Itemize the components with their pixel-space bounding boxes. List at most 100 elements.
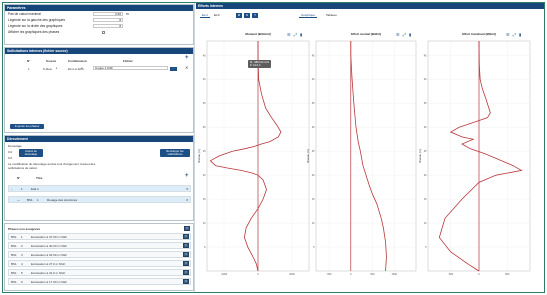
item-no: 3 (21, 253, 23, 257)
sub-row-no: 1 (37, 198, 39, 202)
phase-group-no: 1 (21, 187, 23, 191)
item-no: 5 (21, 271, 23, 275)
param-input-2[interactable]: 8 (93, 24, 123, 28)
chart-tooltip: M: -980 kN.m/ml Z: 41.0 m (248, 60, 272, 69)
chart-title: Effort tranchant [kN/ml] (462, 32, 496, 36)
x-tick-label: -500 (448, 273, 454, 276)
unassigned-item-2[interactable]: BS1 3 Excavation à 32.60 m NGF ⇧ (8, 251, 191, 258)
item-no: 6 (21, 280, 23, 284)
x-tick-label: -500 (327, 273, 333, 276)
unassigned-item-0[interactable]: BS1 1 Excavation à 47.60 m NGF ⇧ (8, 233, 191, 240)
phasing-col-title: Titre (36, 176, 43, 180)
import-phases-button[interactable]: Importer les phases (10, 124, 44, 129)
calc-phasing-button[interactable]: Calcul de déroulage (19, 149, 43, 157)
phasing-header: Déroulement (5, 136, 193, 142)
y-tick-label: 10 (203, 222, 206, 225)
item-title: Excavation à 22.0 m NGF (31, 271, 66, 275)
y-tick-label: 35 (203, 102, 206, 105)
phasing-zone-value-1: 0.0 (8, 156, 13, 160)
y-tick-label: 30 (203, 126, 206, 129)
x-tick-label: -2000 (221, 273, 228, 276)
assign-icon[interactable]: ⇧ (183, 252, 189, 257)
sub-row-dash: — (17, 198, 20, 202)
load-row-file[interactable]: Coupe 1.KSF (93, 66, 168, 70)
assign-icon[interactable]: ⇧ (183, 234, 189, 239)
reload-loads-button[interactable]: Recharger les sollicitations (160, 149, 190, 157)
chart-title: Effort normal [kN/ml] (351, 32, 381, 36)
y-tick-label: 45 (203, 54, 206, 57)
x-tick-label: 500 (370, 273, 375, 276)
phase-sub-row[interactable]: — BS1 1 Rouage des structures ✕ (8, 196, 191, 203)
y-tick-label: 25 (203, 150, 206, 153)
assign-icon[interactable]: ⇧ (183, 270, 189, 275)
x-tick-label: 500 (505, 273, 510, 276)
y-tick-label: 20 (424, 174, 427, 177)
plot-frame (315, 40, 417, 272)
delete-sub-close-icon[interactable]: ✕ (186, 198, 189, 202)
chart-toolbar-icons[interactable]: ☰ ⤢ ▮ (506, 32, 522, 37)
item-title: Excavation à 27.0 m NGF (31, 262, 66, 266)
series-line (209, 40, 282, 272)
unassigned-item-4[interactable]: BS1 5 Excavation à 22.0 m NGF ⇧ (8, 269, 191, 276)
unassigned-item-5[interactable]: BS1 6 Excavation à 17.00 m NGF ⇧ (8, 278, 191, 285)
results-pane: Efforts internes ELU ELS M N T Graphique… (196, 3, 544, 292)
assign-icon[interactable]: ⇧ (183, 261, 189, 266)
phasing-zone-value-0: 0.0 (8, 150, 13, 154)
x-tick-label: 0 (478, 273, 480, 276)
y-tick-label: 25 (424, 150, 427, 153)
y-tick-label: 30 (424, 126, 427, 129)
unassigned-item-1[interactable]: BS1 2 Excavation à 40.20 m NGF ⇧ (8, 242, 191, 249)
loads-col-combination: Combinaison (68, 59, 88, 63)
param-input-0[interactable]: 0.50 (93, 12, 123, 16)
delete-group-close-icon[interactable]: ✕ (186, 187, 189, 191)
assign-all-icon[interactable]: ⇧ (184, 226, 190, 231)
app-window: Paramètres Pas de calcul maximal 0.50 m … (2, 2, 545, 293)
phasing-note: La modification du déroulage annule tout… (8, 162, 96, 170)
collapse-toggle[interactable]: − (11, 187, 13, 191)
unassigned-item-3[interactable]: BS1 4 Excavation à 27.0 m NGF ⇧ (8, 260, 191, 267)
item-title: Excavation à 32.60 m NGF (31, 253, 68, 257)
y-tick-label: 35 (312, 102, 315, 105)
series-line (350, 41, 387, 272)
loads-col-no: N° (27, 59, 31, 63)
unassigned-header: Phases non assignées (8, 227, 41, 231)
add-load-plus-icon[interactable]: + (185, 55, 189, 61)
y-axis-label: Niveau [m] (418, 149, 422, 163)
chevron-down-icon: ▾ (81, 67, 83, 70)
y-tick-label: 15 (203, 198, 206, 201)
phase-group-title: Etat 1 (31, 187, 39, 191)
show-phases-checkbox[interactable] (102, 31, 105, 34)
sub-row-prefix: BS1 (27, 198, 33, 202)
x-tick-label: 1000 (391, 273, 397, 276)
delete-load-close-icon[interactable]: ✕ (185, 66, 188, 70)
load-row-source[interactable]: K-Rea (43, 67, 52, 71)
item-title: Excavation à 40.20 m NGF (31, 244, 68, 248)
y-axis-label: Niveau [m] (197, 149, 201, 163)
browse-file-button[interactable]: ... (170, 67, 177, 71)
item-code: BS1 (11, 244, 17, 248)
y-tick-label: 25 (312, 150, 315, 153)
param-input-1[interactable]: 8 (93, 18, 123, 22)
y-tick-label: 10 (424, 222, 427, 225)
series-line (438, 40, 523, 272)
y-tick-label: 30 (312, 126, 315, 129)
phase-group-row[interactable]: − 1 Etat 1 ✕ (8, 185, 191, 192)
assign-icon[interactable]: ⇧ (183, 243, 189, 248)
y-tick-label: 20 (203, 174, 206, 177)
chart-toolbar-icons[interactable]: ☰ ⤢ ▮ (396, 32, 412, 37)
add-phase-plus-icon[interactable]: + (185, 173, 189, 179)
y-tick-label: 45 (424, 54, 427, 57)
chart-toolbar-icons[interactable]: ☰ ⤢ ▮ (287, 32, 303, 37)
chart-title: Moment [kNm/ml] (245, 32, 270, 36)
y-tick-label: 40 (203, 78, 206, 81)
load-row-no: 1 (28, 67, 30, 71)
params-section: Paramètres Pas de calcul maximal 0.50 m … (4, 4, 194, 45)
y-tick-label: 40 (312, 78, 315, 81)
phasing-zone-label: Déroulage (8, 144, 22, 148)
item-code: BS1 (11, 253, 17, 257)
param-checkbox-label: Afficher les graphiques des phases (8, 30, 60, 34)
sub-row-title: Rouage des structures (47, 198, 78, 202)
item-title: Excavation à 17.00 m NGF (31, 280, 68, 284)
assign-icon[interactable]: ⇧ (183, 279, 189, 284)
y-tick-label: 5 (425, 246, 427, 249)
